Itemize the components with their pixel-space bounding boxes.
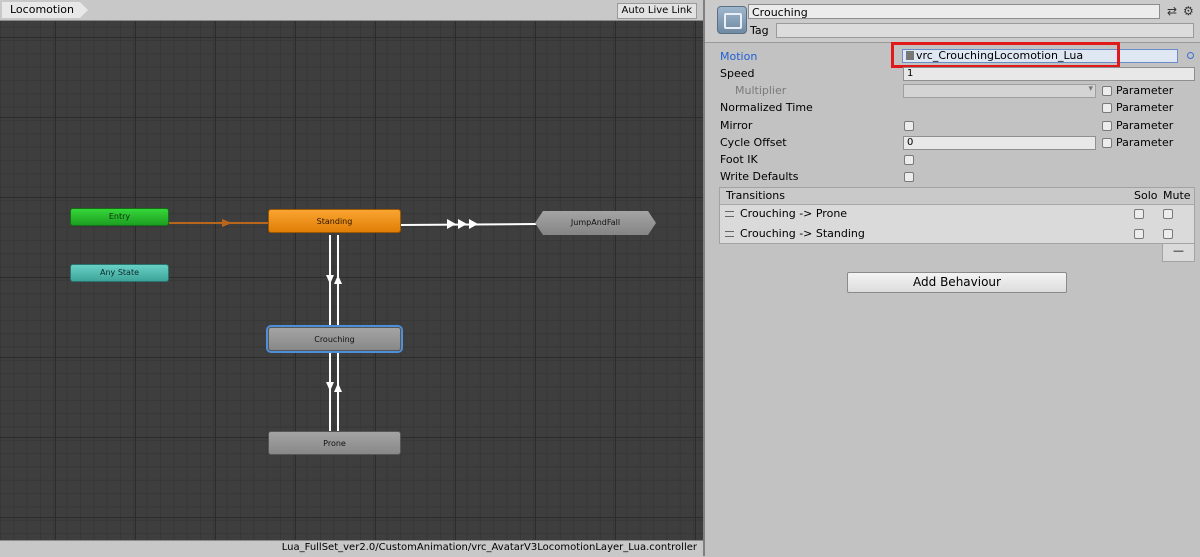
- cycle-offset-label: Cycle Offset: [720, 136, 787, 149]
- layer-breadcrumb[interactable]: Locomotion: [2, 2, 88, 18]
- transitions-list: Transitions Solo Mute Crouching -> Prone…: [719, 187, 1195, 244]
- object-picker-icon[interactable]: [1187, 52, 1194, 59]
- animator-graph[interactable]: Locomotion Auto Live Link Entry Any Stat…: [0, 0, 703, 557]
- standing-jump-arrow-1: [447, 219, 456, 229]
- mirror-label: Mirror: [720, 119, 753, 132]
- transition-label: Crouching -> Standing: [740, 227, 865, 240]
- cycle-offset-parameter-checkbox[interactable]: [1102, 138, 1112, 148]
- multiplier-label: Multiplier: [735, 84, 787, 97]
- transition-row[interactable]: Crouching -> Standing: [720, 225, 1194, 244]
- mute-header-label: Mute: [1163, 189, 1191, 202]
- preset-icon[interactable]: ⇄: [1167, 4, 1177, 18]
- entry-node[interactable]: Entry: [70, 208, 169, 226]
- crouching-state-node[interactable]: Crouching: [268, 327, 401, 351]
- transitions-header: Transitions Solo Mute: [720, 188, 1194, 205]
- foot-ik-checkbox[interactable]: [904, 155, 914, 165]
- mirror-parameter-label: Parameter: [1116, 119, 1174, 132]
- crouching-prone-arrow-down: [326, 382, 334, 391]
- gear-icon[interactable]: ⚙: [1183, 4, 1194, 18]
- multiplier-parameter-checkbox[interactable]: [1102, 86, 1112, 96]
- entry-transition-arrow: [222, 219, 232, 227]
- multiplier-parameter-label: Parameter: [1116, 84, 1174, 97]
- foot-ik-label: Foot IK: [720, 153, 758, 166]
- asset-path-bar: Lua_FullSet_ver2.0/CustomAnimation/vrc_A…: [0, 540, 703, 557]
- normalized-time-label: Normalized Time: [720, 101, 813, 114]
- standing-jump-line: [400, 223, 537, 226]
- transition-mute-checkbox[interactable]: [1163, 209, 1173, 219]
- transition-row[interactable]: Crouching -> Prone: [720, 205, 1194, 224]
- solo-header-label: Solo: [1134, 189, 1158, 202]
- multiplier-dropdown[interactable]: [903, 84, 1096, 98]
- inspector-header: Crouching ⇄ ⚙ Tag: [705, 0, 1200, 43]
- animator-state-icon: [717, 6, 747, 34]
- prone-state-node[interactable]: Prone: [268, 431, 401, 455]
- jump-and-fall-state-node[interactable]: JumpAndFall: [535, 211, 656, 235]
- speed-field[interactable]: 1: [903, 67, 1195, 81]
- mirror-checkbox[interactable]: [904, 121, 914, 131]
- motion-label: Motion: [720, 50, 758, 63]
- remove-transition-button[interactable]: —: [1162, 244, 1195, 262]
- crouching-prone-arrow-up: [334, 383, 342, 392]
- transitions-header-label: Transitions: [726, 189, 785, 202]
- transition-label: Crouching -> Prone: [740, 207, 848, 220]
- standing-state-node[interactable]: Standing: [268, 209, 401, 233]
- highlight-box: [891, 42, 1120, 68]
- tag-field[interactable]: [776, 23, 1194, 38]
- auto-live-link-button[interactable]: Auto Live Link: [616, 3, 697, 19]
- mirror-parameter-checkbox[interactable]: [1102, 121, 1112, 131]
- cycle-offset-parameter-label: Parameter: [1116, 136, 1174, 149]
- normalized-time-parameter-label: Parameter: [1116, 101, 1174, 114]
- write-defaults-label: Write Defaults: [720, 170, 799, 183]
- write-defaults-checkbox[interactable]: [904, 172, 914, 182]
- speed-label: Speed: [720, 67, 755, 80]
- drag-handle-icon[interactable]: [725, 231, 734, 237]
- standing-jump-arrow-2: [458, 219, 467, 229]
- tag-label: Tag: [750, 24, 769, 37]
- standing-crouching-arrow-up: [334, 275, 342, 284]
- graph-toolbar: Locomotion Auto Live Link: [0, 0, 703, 21]
- transition-mute-checkbox[interactable]: [1163, 229, 1173, 239]
- cycle-offset-field[interactable]: 0: [903, 136, 1096, 150]
- drag-handle-icon[interactable]: [725, 211, 734, 217]
- state-name-field[interactable]: Crouching: [748, 4, 1160, 19]
- standing-crouching-arrow-down: [326, 275, 334, 284]
- add-behaviour-button[interactable]: Add Behaviour: [847, 272, 1067, 293]
- transition-solo-checkbox[interactable]: [1134, 209, 1144, 219]
- normalized-time-parameter-checkbox[interactable]: [1102, 103, 1112, 113]
- any-state-node[interactable]: Any State: [70, 264, 169, 282]
- transition-solo-checkbox[interactable]: [1134, 229, 1144, 239]
- asset-path-text: Lua_FullSet_ver2.0/CustomAnimation/vrc_A…: [281, 542, 697, 553]
- standing-jump-arrow-3: [469, 219, 478, 229]
